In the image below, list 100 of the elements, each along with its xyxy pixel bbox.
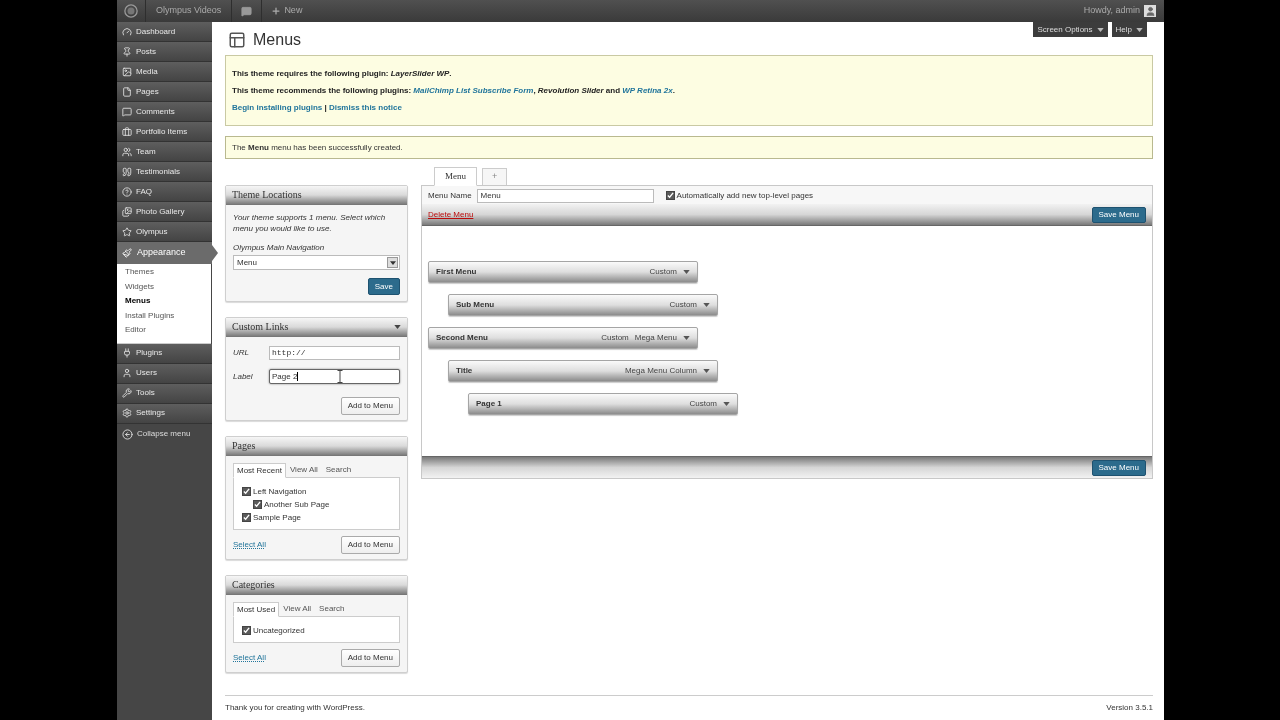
sidebar-item[interactable]: Dashboard (117, 22, 212, 42)
sidebar-item[interactable]: Media (117, 62, 212, 82)
star-icon (122, 226, 132, 237)
text-input[interactable]: http:// (269, 346, 400, 360)
plus-icon (271, 6, 282, 16)
speech-bubble-icon (122, 106, 132, 117)
menu-name-input[interactable]: Menu (476, 188, 654, 203)
menu-item-title: Page 1 (476, 398, 502, 410)
sidebar-item[interactable]: Tools (117, 383, 212, 404)
caret-icon (703, 303, 710, 307)
tab[interactable]: Most Used (233, 602, 280, 617)
collapse-menu-button[interactable]: Collapse menu (117, 423, 212, 445)
notice-link[interactable]: Dismiss this notice (328, 103, 402, 112)
submenu-item[interactable]: Widgets (125, 279, 211, 294)
page-title: Menus (253, 30, 302, 50)
question-icon (122, 186, 132, 197)
screen-meta-tab[interactable]: Help (1111, 22, 1147, 37)
menu-item-type: Custom (669, 299, 697, 311)
account-link[interactable]: Howdy, admin (1075, 0, 1164, 22)
submenu-item[interactable]: Install Plugins (125, 308, 211, 323)
plug-icon (122, 348, 132, 358)
people-icon (122, 146, 132, 157)
sidebar-item[interactable]: Plugins (117, 343, 212, 364)
pin-icon (122, 46, 132, 57)
text-cursor-icon (337, 370, 343, 383)
sidebar-item[interactable]: Settings (117, 403, 212, 424)
field-label: Menu Name (428, 189, 472, 202)
menu-select[interactable]: Menu (233, 255, 400, 270)
sidebar-item[interactable]: Posts (117, 42, 212, 62)
menu-item[interactable]: Page 1 Custom (468, 393, 738, 415)
submenu-item[interactable]: Themes (125, 265, 211, 280)
sidebar-item[interactable]: Team (117, 142, 212, 162)
checkbox[interactable] (242, 626, 251, 635)
save-menu-button[interactable]: Save Menu (1091, 206, 1146, 223)
save-menu-button[interactable]: Save Menu (1091, 459, 1146, 476)
sidebar-item[interactable]: Comments (117, 102, 212, 122)
select-all-link[interactable]: Select All (233, 539, 266, 551)
page-icon (122, 86, 132, 97)
save-button[interactable]: Save (367, 278, 400, 295)
gauge-icon (122, 26, 132, 37)
checklist-label: Another Sub Page (264, 500, 330, 509)
menu-item[interactable]: Title Mega Menu Column (448, 360, 718, 382)
checkbox[interactable] (253, 500, 262, 509)
site-logo-icon[interactable] (124, 4, 138, 18)
menu-item[interactable]: Second Menu Custom Mega Menu (428, 327, 698, 349)
sidebar-item[interactable]: Users (117, 363, 212, 384)
notice-text: This theme requires the following plugin: LayerSlider WP. (232, 68, 453, 80)
images-icon (122, 206, 132, 217)
quote-icon (122, 166, 132, 177)
comment-icon[interactable] (241, 5, 253, 17)
add-to-menu-button[interactable]: Add to Menu (340, 397, 400, 415)
menu-item[interactable]: First Menu Custom (428, 261, 698, 283)
submenu-item[interactable]: Editor (125, 323, 211, 338)
sidebar-item[interactable]: Photo Gallery (117, 202, 212, 222)
person-icon (122, 368, 132, 378)
sidebar-item[interactable]: Portfolio Items (117, 122, 212, 142)
tab[interactable]: Search (315, 602, 349, 616)
add-to-menu-button[interactable]: Add to Menu (340, 536, 400, 554)
menu-tab[interactable]: + (482, 168, 508, 185)
tab[interactable]: Most Recent (233, 463, 286, 478)
checkbox[interactable] (242, 513, 251, 522)
checkbox[interactable] (242, 487, 251, 496)
submenu-item[interactable]: Menus (125, 294, 211, 309)
menu-item[interactable]: Sub Menu Custom (448, 294, 718, 316)
sidebar-item[interactable]: Olympus (117, 222, 212, 242)
menu-item-title: Sub Menu (456, 299, 495, 311)
caret-icon (703, 369, 710, 373)
dropdown-arrow-icon (387, 257, 398, 268)
delete-menu-link[interactable]: Delete Menu (428, 208, 474, 221)
notice-text: The Menu menu has been successfully created. (232, 142, 404, 153)
checklist-label: Sample Page (253, 513, 302, 522)
text-input[interactable]: Page 2 (269, 369, 400, 384)
menu-item-type: Mega Menu (634, 332, 677, 344)
field-label: Olympus Main Navigation (233, 242, 326, 253)
sidebar-item[interactable]: Pages (117, 82, 212, 102)
avatar-icon (1144, 5, 1156, 17)
layout-icon (228, 31, 246, 49)
menu-tab[interactable]: Menu (434, 167, 477, 186)
tab[interactable]: View All (279, 602, 316, 616)
add-to-menu-button[interactable]: Add to Menu (340, 649, 400, 667)
plugin-link[interactable]: WP Retina 2x (622, 86, 673, 95)
new-link[interactable]: New (262, 0, 312, 22)
sidebar-item[interactable]: Testimonials (117, 162, 212, 182)
checkbox[interactable] (665, 191, 675, 200)
version-text: Version 3.5.1 (1106, 702, 1153, 714)
caret-icon (683, 336, 690, 340)
tab[interactable]: View All (285, 463, 322, 477)
tab[interactable]: Search (321, 463, 356, 477)
menu-item-type: Custom (649, 266, 677, 278)
menu-item-title: Title (456, 365, 473, 377)
menu-item-type: Custom (601, 332, 629, 344)
checklist-label: Left Navigation (253, 487, 307, 496)
sidebar-item[interactable]: FAQ (117, 182, 212, 202)
footer-text: Thank you for creating with WordPress. (225, 702, 365, 714)
field-label: URL (233, 347, 250, 359)
caret-icon (1136, 27, 1143, 32)
field-label: Label (233, 370, 254, 383)
select-all-link[interactable]: Select All (233, 652, 266, 664)
screen-meta-tab[interactable]: Screen Options (1033, 22, 1108, 37)
notice-link[interactable]: Begin installing plugins (232, 103, 323, 112)
